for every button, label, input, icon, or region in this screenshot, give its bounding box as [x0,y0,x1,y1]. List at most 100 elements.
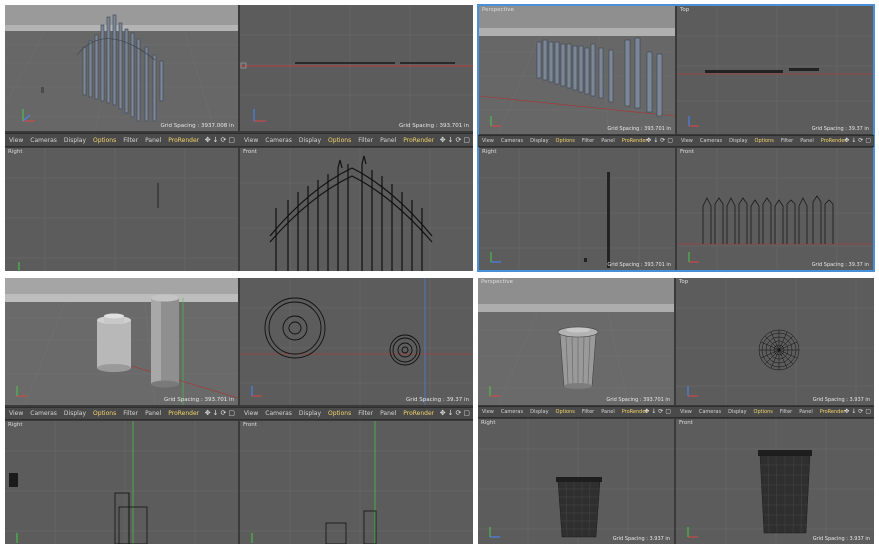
rotate-icon[interactable]: ⟳ [858,138,863,144]
maximize-icon[interactable]: ▢ [228,410,235,417]
maximize-icon[interactable]: ▢ [463,410,470,417]
menu-view[interactable]: View [681,138,693,144]
zoom-icon[interactable]: ↓ [213,136,219,144]
zoom-icon[interactable]: ↓ [653,138,658,144]
move-icon[interactable]: ✥ [844,138,849,144]
menu-cameras[interactable]: Cameras [265,410,292,417]
menu-filter[interactable]: Filter [123,410,138,417]
menu-prorender[interactable]: ProRender [168,410,199,417]
menu-filter[interactable]: Filter [358,137,373,144]
top-viewport[interactable]: Top Grid Spacing : 39.37 in [677,6,873,134]
menu-panel[interactable]: Panel [799,409,813,415]
front-viewport[interactable]: Front Grid Spacing : 39.37 in [677,148,873,270]
rotate-icon[interactable]: ⟳ [858,409,863,415]
move-icon[interactable]: ✥ [440,136,446,144]
front-viewport[interactable]: Front Grid Spacing : 3.937 in [676,419,874,544]
perspective-viewport[interactable]: Perspective Grid Spacing : 393.701 in [478,278,674,405]
maximize-icon[interactable]: ▢ [865,409,871,415]
menu-view[interactable]: View [482,409,494,415]
menu-display[interactable]: Display [530,138,548,144]
menu-display[interactable]: Display [299,137,321,144]
menu-prorender[interactable]: ProRender [403,137,434,144]
menu-panel[interactable]: Panel [145,137,161,144]
menu-filter[interactable]: Filter [123,137,138,144]
move-icon[interactable]: ✥ [440,410,446,417]
maximize-icon[interactable]: ▢ [665,409,671,415]
menu-prorender[interactable]: ProRender [622,138,648,144]
zoom-icon[interactable]: ↓ [448,136,454,144]
menu-cameras[interactable]: Cameras [30,137,57,144]
menu-panel[interactable]: Panel [145,410,161,417]
menu-cameras[interactable]: Cameras [501,138,523,144]
move-icon[interactable]: ✥ [644,409,649,415]
menu-display[interactable]: Display [728,409,746,415]
maximize-icon[interactable]: ▢ [463,136,470,144]
menu-cameras[interactable]: Cameras [699,409,721,415]
menu-cameras[interactable]: Cameras [501,409,523,415]
top-viewport[interactable]: Top Grid Spacing : 3.937 in [676,278,874,405]
menu-view[interactable]: View [9,137,23,144]
move-icon[interactable]: ✥ [646,138,651,144]
maximize-icon[interactable]: ▢ [228,136,235,144]
menu-options[interactable]: Options [93,137,116,144]
zoom-icon[interactable]: ↓ [851,409,856,415]
menu-options[interactable]: Options [93,410,116,417]
menu-filter[interactable]: Filter [780,409,792,415]
menu-filter[interactable]: Filter [358,410,373,417]
menu-cameras[interactable]: Cameras [700,138,722,144]
move-icon[interactable]: ✥ [205,136,211,144]
move-icon[interactable]: ✥ [844,409,849,415]
menu-prorender[interactable]: ProRender [821,138,847,144]
perspective-viewport[interactable]: Perspective Grid Spacing : 393.701 in [479,6,675,134]
right-viewport[interactable]: Right Grid Spacing : 3.937 in [478,419,674,544]
menu-prorender[interactable]: ProRender [820,409,846,415]
menu-filter[interactable]: Filter [781,138,793,144]
menu-options[interactable]: Options [328,137,351,144]
rotate-icon[interactable]: ⟳ [221,410,227,417]
menu-panel[interactable]: Panel [800,138,814,144]
menu-panel[interactable]: Panel [380,137,396,144]
zoom-icon[interactable]: ↓ [851,138,856,144]
perspective-viewport[interactable]: Grid Spacing : 393.701 in [5,278,238,405]
menu-display[interactable]: Display [64,410,86,417]
rotate-icon[interactable]: ⟳ [658,409,663,415]
top-viewport[interactable]: Grid Spacing : 393.701 in [240,5,473,131]
menu-panel[interactable]: Panel [601,138,615,144]
menu-view[interactable]: View [9,410,23,417]
menu-display[interactable]: Display [729,138,747,144]
zoom-icon[interactable]: ↓ [213,410,219,417]
menu-view[interactable]: View [244,410,258,417]
rotate-icon[interactable]: ⟳ [456,136,462,144]
menu-options[interactable]: Options [755,138,774,144]
menu-cameras[interactable]: Cameras [265,137,292,144]
menu-display[interactable]: Display [530,409,548,415]
rotate-icon[interactable]: ⟳ [456,410,462,417]
menu-view[interactable]: View [482,138,494,144]
menu-cameras[interactable]: Cameras [30,410,57,417]
zoom-icon[interactable]: ↓ [448,410,454,417]
menu-prorender[interactable]: ProRender [403,410,434,417]
menu-filter[interactable]: Filter [582,409,594,415]
right-viewport[interactable]: Right [5,148,238,271]
menu-view[interactable]: View [680,409,692,415]
front-viewport[interactable]: Front [240,148,473,271]
menu-panel[interactable]: Panel [601,409,615,415]
menu-filter[interactable]: Filter [582,138,594,144]
menu-options[interactable]: Options [328,410,351,417]
perspective-viewport[interactable]: Grid Spacing : 3937.008 in [5,5,238,131]
right-viewport[interactable]: Right [5,421,238,544]
zoom-icon[interactable]: ↓ [651,409,656,415]
menu-prorender[interactable]: ProRender [168,137,199,144]
menu-display[interactable]: Display [64,137,86,144]
menu-view[interactable]: View [244,137,258,144]
rotate-icon[interactable]: ⟳ [221,136,227,144]
rotate-icon[interactable]: ⟳ [660,138,665,144]
maximize-icon[interactable]: ▢ [667,138,673,144]
menu-options[interactable]: Options [556,409,575,415]
menu-display[interactable]: Display [299,410,321,417]
front-viewport[interactable]: Front [240,421,473,544]
maximize-icon[interactable]: ▢ [865,138,871,144]
menu-panel[interactable]: Panel [380,410,396,417]
menu-options[interactable]: Options [556,138,575,144]
move-icon[interactable]: ✥ [205,410,211,417]
